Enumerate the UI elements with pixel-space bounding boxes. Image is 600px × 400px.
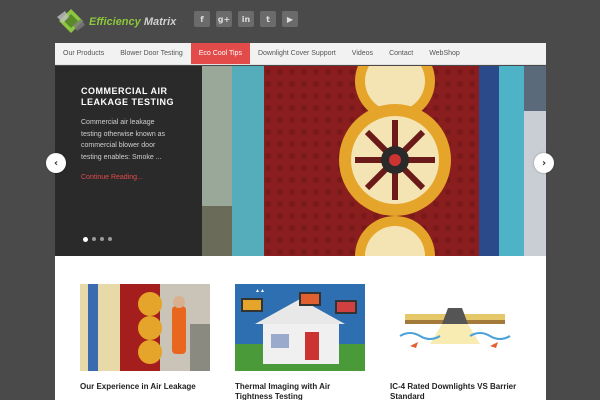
post-title[interactable]: Thermal Imaging with Air Tightness Testi… [235,382,365,400]
continue-reading-link[interactable]: Continue Reading... [81,174,176,181]
post-card[interactable]: IC-4 Rated Downlights VS Barrier Standar… [390,284,520,400]
blower-door-fan-image [202,66,546,256]
slider-prev-button[interactable]: ‹ [46,153,66,173]
air-leakage-thumbnail[interactable] [80,284,210,371]
slider-dot[interactable] [83,236,88,242]
twitter-icon[interactable]: t [260,11,276,27]
nav-item-webshop[interactable]: WebShop [421,43,468,64]
nav-item-our-products[interactable]: Our Products [55,43,112,64]
downlight-thumbnail[interactable] [390,284,520,371]
slider-dot[interactable] [100,237,104,241]
linkedin-icon[interactable]: in [238,11,254,27]
nav-item-contact[interactable]: Contact [381,43,421,64]
slide-caption: Commercial Air Leakage Testing Commercia… [55,66,202,256]
post-card[interactable]: ▲▲ Thermal Imaging with Air Tightness Te… [235,284,365,400]
site-logo[interactable]: Efficiency Matrix [55,8,176,34]
youtube-icon[interactable]: ▶ [282,11,298,27]
logo-mark-icon [57,9,85,33]
site-header: Efficiency Matrix f g+ in t ▶ [0,0,600,42]
post-title[interactable]: Our Experience in Air Leakage [80,382,210,392]
post-card[interactable]: Our Experience in Air Leakage [80,284,210,392]
nav-item-blower-door-testing[interactable]: Blower Door Testing [112,43,191,64]
slider-dot[interactable] [92,237,96,241]
facebook-icon[interactable]: f [194,11,210,27]
svg-text:▲▲: ▲▲ [255,288,265,294]
recent-posts: Our Experience in Air Leakage ▲▲ Thermal… [55,256,546,400]
chevron-left-icon: ‹ [53,157,59,169]
slider-pagination [83,236,112,242]
chevron-right-icon: › [541,157,547,169]
slide-title[interactable]: Commercial Air Leakage Testing [81,86,176,108]
nav-item-downlight-cover-support[interactable]: Downlight Cover Support [250,43,344,64]
nav-item-eco-cool-tips[interactable]: Eco Cool Tips [190,43,250,64]
hero-slider: Commercial Air Leakage Testing Commercia… [55,66,546,256]
slider-dot[interactable] [108,237,112,241]
main-nav: Our Products Blower Door Testing Eco Coo… [55,43,546,65]
slide-excerpt: Commercial air leakage testing otherwise… [81,119,166,161]
social-links: f g+ in t ▶ [194,11,298,27]
post-title[interactable]: IC-4 Rated Downlights VS Barrier Standar… [390,382,520,400]
thermal-imaging-thumbnail[interactable]: ▲▲ [235,284,365,371]
slider-next-button[interactable]: › [534,153,554,173]
logo-text: Efficiency Matrix [89,16,177,28]
google-plus-icon[interactable]: g+ [216,11,232,27]
nav-item-videos[interactable]: Videos [344,43,381,64]
